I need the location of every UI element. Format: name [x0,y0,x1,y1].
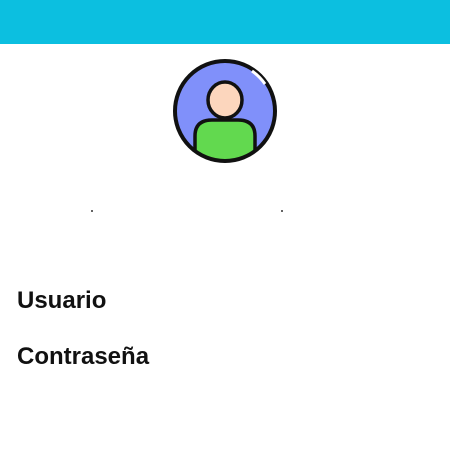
input-line-right-edge [281,210,283,212]
username-label: Usuario [17,287,107,314]
login-screen: Usuario Contraseña [0,0,450,465]
input-line-left-edge [91,210,93,212]
password-label: Contraseña [17,343,150,370]
top-app-bar [0,0,450,44]
user-avatar-icon [172,58,278,164]
